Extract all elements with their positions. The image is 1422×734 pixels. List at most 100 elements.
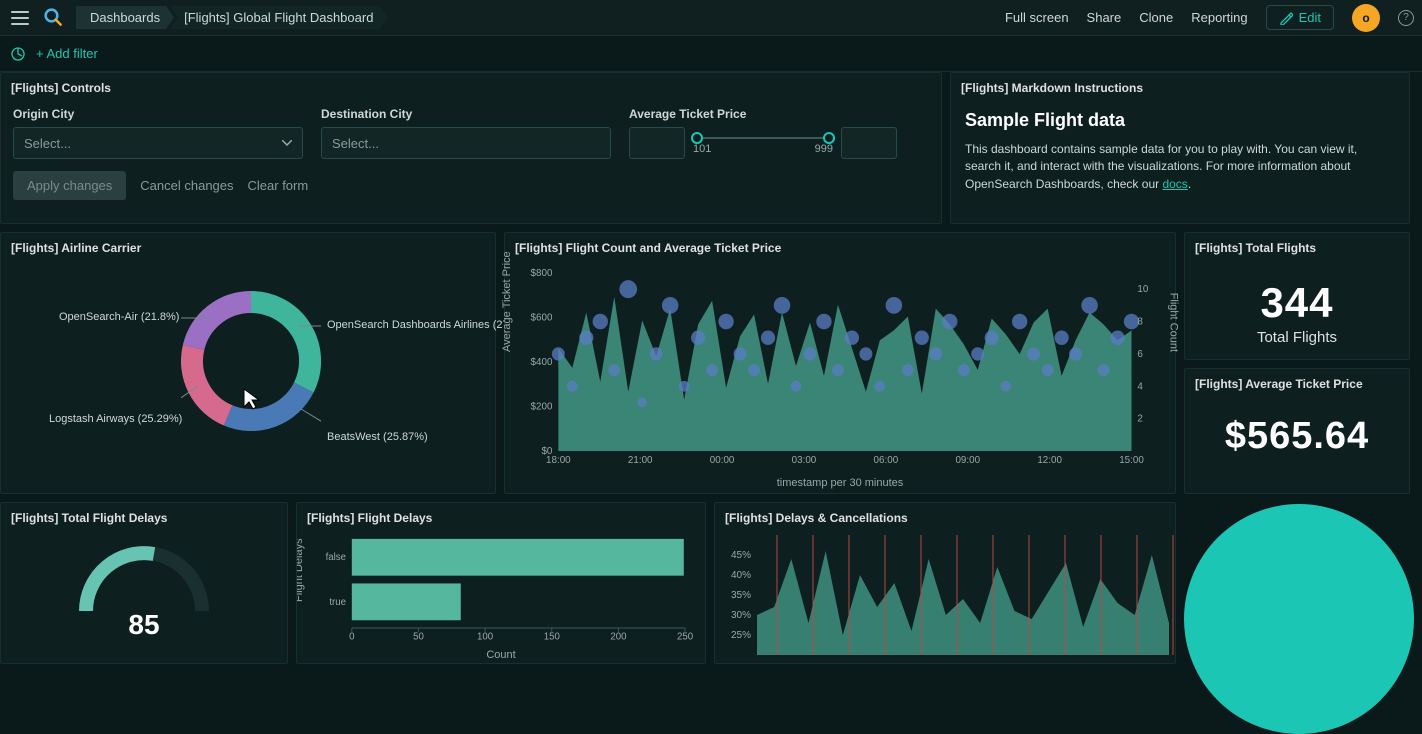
panel-markdown: [Flights] Markdown Instructions Sample F… [950,72,1410,224]
price-max-input[interactable] [841,127,897,159]
svg-text:00:00: 00:00 [710,455,735,466]
add-filter-link[interactable]: + Add filter [36,46,98,61]
x-axis-label: timestamp per 30 minutes [777,477,904,489]
svg-text:$400: $400 [531,357,553,368]
svg-text:true: true [329,597,346,608]
svg-text:$600: $600 [531,312,553,323]
breadcrumb-current[interactable]: [Flights] Global Flight Dashboard [170,6,387,29]
chevron-down-icon [282,140,292,146]
reporting-link[interactable]: Reporting [1191,10,1247,25]
panel-title: [Flights] Airline Carrier [1,233,495,261]
panel-airline-carrier: [Flights] Airline Carrier OpenSearch-Air… [0,232,496,494]
destination-city-label: Destination City [321,107,611,121]
range-handle-min[interactable] [691,132,703,144]
share-link[interactable]: Share [1087,10,1122,25]
fullscreen-link[interactable]: Full screen [1005,10,1069,25]
dashboard-grid: [Flights] Controls Origin City Select...… [0,72,1422,84]
filter-bar: + Add filter [0,36,1422,72]
filter-toggle-icon[interactable] [10,46,26,62]
svg-text:100: 100 [477,632,493,643]
svg-text:200: 200 [610,632,626,643]
docs-link[interactable]: docs [1162,177,1187,191]
edit-button[interactable]: Edit [1266,5,1334,30]
svg-text:10: 10 [1137,284,1148,295]
total-flights-value: 344 [1185,279,1409,327]
panel-total-delays: [Flights] Total Flight Delays 85 Total D… [0,502,288,664]
select-placeholder: Select... [332,136,379,151]
panel-title: [Flights] Average Ticket Price [1185,369,1409,397]
combo-chart[interactable]: Average Ticket Price Flight Count timest… [505,261,1175,491]
clone-link[interactable]: Clone [1139,10,1173,25]
donut-label-os-air: OpenSearch-Air (21.8%) [59,311,179,323]
svg-text:15:00: 15:00 [1119,455,1144,466]
range-max-label: 999 [815,143,833,155]
svg-text:25%: 25% [731,630,751,641]
svg-text:$200: $200 [531,401,553,412]
app-header: Dashboards [Flights] Global Flight Dashb… [0,0,1422,36]
origin-city-select[interactable]: Select... [13,127,303,159]
donut-label-os-dash: OpenSearch Dashboards Airlines (27 [327,319,509,331]
panel-title: [Flights] Markdown Instructions [951,73,1409,101]
user-avatar[interactable]: o [1352,4,1380,32]
svg-text:40%: 40% [731,570,751,581]
svg-text:$800: $800 [531,268,553,279]
panel-title: [Flights] Flight Delays [297,503,705,531]
cancel-changes-button[interactable]: Cancel changes [140,178,233,193]
donut-chart[interactable]: OpenSearch-Air (21.8%) OpenSearch Dashbo… [1,261,495,491]
svg-text:03:00: 03:00 [792,455,817,466]
svg-text:12:00: 12:00 [1037,455,1062,466]
breadcrumb: Dashboards [Flights] Global Flight Dashb… [76,6,387,29]
svg-text:21:00: 21:00 [628,455,653,466]
svg-text:4: 4 [1137,381,1143,392]
svg-text:false: false [326,552,346,563]
delays-cancel-chart[interactable]: 25%30%35%40%45% [715,531,1175,661]
avg-price-label: Average Ticket Price [629,107,897,121]
opensearch-logo-icon[interactable] [44,8,64,28]
svg-text:30%: 30% [731,610,751,621]
svg-text:18:00: 18:00 [546,455,571,466]
panel-avg-price: [Flights] Average Ticket Price $565.64 [1184,368,1410,494]
donut-label-logstash: Logstash Airways (25.29%) [49,413,182,425]
price-min-input[interactable] [629,127,685,159]
gauge-chart[interactable]: 85 Total Delays [1,531,287,661]
panel-flight-count-price: [Flights] Flight Count and Average Ticke… [504,232,1176,494]
svg-text:2: 2 [1137,414,1143,425]
svg-text:09:00: 09:00 [955,455,980,466]
svg-text:50: 50 [413,632,424,643]
breadcrumb-dashboards[interactable]: Dashboards [76,6,174,29]
pencil-icon [1279,11,1293,25]
panel-flight-delays: [Flights] Flight Delays Flight Delays Co… [296,502,706,664]
origin-city-label: Origin City [13,107,303,121]
markdown-heading: Sample Flight data [965,107,1395,133]
total-flights-sub: Total Flights [1185,329,1409,346]
panel-controls: [Flights] Controls Origin City Select...… [0,72,942,224]
panel-title: [Flights] Delays & Cancellations [715,503,1175,531]
select-placeholder: Select... [24,136,71,151]
donut-label-beats: BeatsWest (25.87%) [327,431,428,443]
panel-title: [Flights] Controls [1,73,941,101]
hbar-x-label: Count [486,649,515,661]
panel-total-flights: [Flights] Total Flights 344 Total Flight… [1184,232,1410,360]
avg-price-value: $565.64 [1185,415,1409,458]
y1-axis-label: Average Ticket Price [501,251,513,352]
edit-label: Edit [1299,10,1321,25]
clear-form-button[interactable]: Clear form [248,178,309,193]
panel-title: [Flights] Total Flight Delays [1,503,287,531]
gauge-value: 85 [128,609,159,641]
help-icon[interactable]: ? [1398,10,1414,26]
apply-changes-button[interactable]: Apply changes [13,171,126,200]
svg-text:6: 6 [1137,349,1143,360]
destination-city-select[interactable]: Select... [321,127,611,159]
svg-text:35%: 35% [731,590,751,601]
range-handle-max[interactable] [823,132,835,144]
markdown-text: This dashboard contains sample data for … [965,141,1395,193]
panel-title: [Flights] Total Flights [1185,233,1409,261]
floating-action-circle[interactable] [1184,504,1414,734]
range-min-label: 101 [693,143,711,155]
hbar-chart[interactable]: Flight Delays Count 050100150200250 fals… [297,531,705,661]
svg-text:06:00: 06:00 [874,455,899,466]
menu-icon[interactable] [8,6,32,30]
hbar-y-label: Flight Delays [296,538,305,602]
y2-axis-label: Flight Count [1167,293,1179,352]
price-range-slider[interactable]: 101 999 [693,131,833,155]
